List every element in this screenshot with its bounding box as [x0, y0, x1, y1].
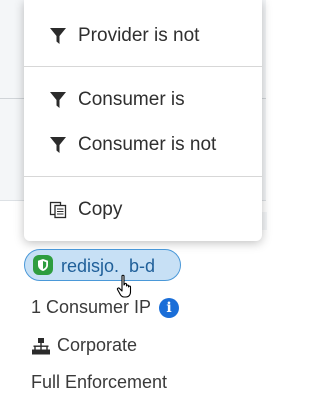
consumer-ip-row: 1 Consumer IP i	[31, 297, 180, 318]
menu-item-copy[interactable]: Copy	[24, 190, 262, 230]
enforcement-text: Full Enforcement	[31, 372, 168, 392]
menu-item-label: Provider is not	[78, 25, 200, 46]
network-row: Corporate	[31, 335, 137, 356]
chip-label: redisjo. b-d	[61, 256, 156, 276]
filter-icon	[50, 92, 66, 108]
menu-item-provider-is-not[interactable]: Provider is not	[24, 16, 262, 56]
menu-item-consumer-is-not[interactable]: Consumer is not	[24, 125, 262, 165]
context-menu: Provider is not Consumer is Consumer is …	[24, 0, 262, 241]
enforcement-row: Full Enforcement	[31, 372, 167, 393]
network-text: Corporate	[57, 335, 138, 355]
network-icon	[32, 337, 50, 354]
menu-item-consumer-is[interactable]: Consumer is	[24, 80, 262, 120]
filter-icon	[50, 28, 66, 44]
menu-item-label: Consumer is not	[78, 134, 217, 155]
filter-icon	[50, 137, 66, 153]
menu-separator	[24, 66, 262, 67]
shield-icon	[33, 255, 53, 275]
copy-icon	[49, 201, 67, 219]
menu-item-label: Consumer is	[78, 89, 185, 110]
info-icon[interactable]: i	[159, 297, 180, 318]
resource-chip[interactable]: redisjo. b-d	[24, 249, 181, 281]
menu-separator	[24, 176, 262, 177]
menu-item-label: Copy	[78, 199, 123, 220]
consumer-ip-text: 1 Consumer IP	[31, 297, 152, 317]
